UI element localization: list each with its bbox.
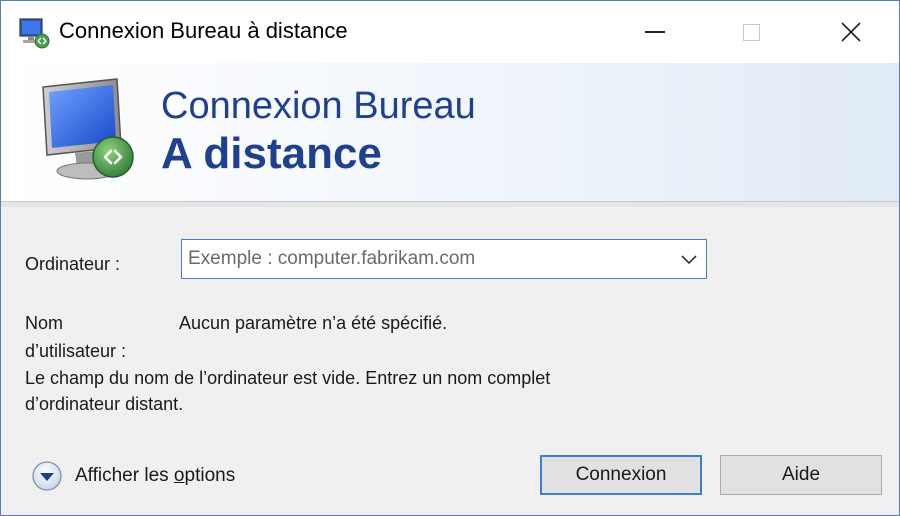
show-options-toggle[interactable]: Afficher les options: [31, 459, 235, 493]
remote-desktop-icon: [19, 18, 50, 49]
expand-circle-icon: [32, 461, 62, 491]
show-options-suffix: ptions: [184, 465, 236, 486]
computer-input[interactable]: [188, 244, 664, 274]
error-message-line1: Le champ du nom de l’ordinateur est vide…: [25, 368, 551, 388]
computer-combobox[interactable]: [181, 239, 707, 279]
maximize-button[interactable]: [719, 1, 783, 63]
window-title: Connexion Bureau à distance: [59, 18, 348, 43]
error-message-line2: d’ordinateur distant.: [25, 394, 184, 414]
username-value: Aucun paramètre n’a été spécifié.: [179, 313, 448, 333]
help-button[interactable]: Aide: [720, 455, 882, 495]
banner-title-line2: A distance: [161, 129, 382, 178]
close-button[interactable]: [819, 1, 883, 63]
minimize-button[interactable]: [623, 1, 687, 63]
computer-label: Ordinateur :: [25, 254, 121, 274]
username-label-line1: Nom: [25, 313, 64, 333]
minimize-icon: [645, 31, 665, 33]
remote-desktop-monitor-icon: [42, 78, 134, 180]
banner-divider-shadow: [1, 202, 899, 207]
close-icon: [841, 22, 861, 42]
show-options-accelerator: o: [173, 465, 185, 486]
remote-desktop-window: Connexion Bureau à distance Connexion Bu…: [0, 0, 900, 516]
maximize-icon: [742, 23, 760, 41]
show-options-prefix: Afficher les: [75, 465, 174, 486]
header-banner: Connexion Bureau A distance: [1, 63, 899, 201]
username-label-line2: d’utilisateur :: [25, 341, 127, 361]
banner-title-line1: Connexion Bureau: [161, 85, 476, 127]
title-bar[interactable]: Connexion Bureau à distance: [1, 1, 899, 63]
connect-button[interactable]: Connexion: [540, 455, 702, 495]
chevron-down-icon[interactable]: [680, 252, 698, 266]
show-options-label: Afficher les options: [75, 465, 235, 487]
